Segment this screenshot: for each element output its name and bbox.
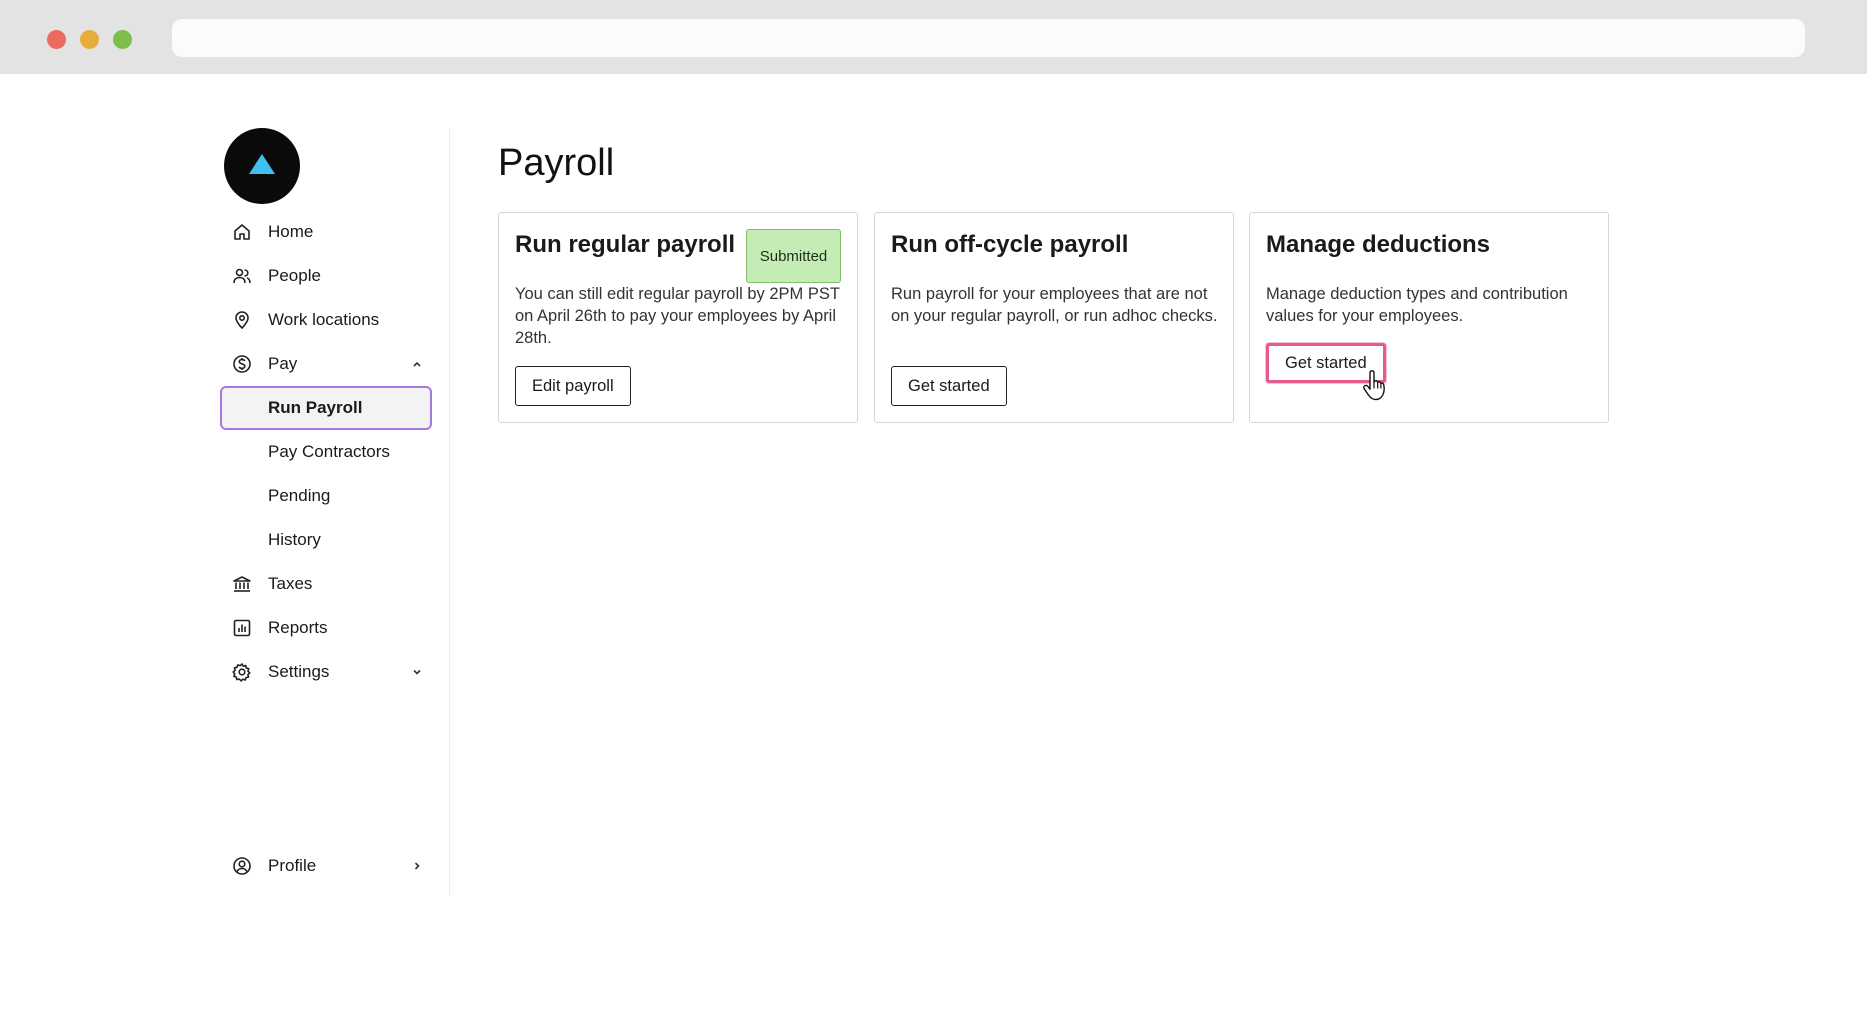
sidebar-item-run-payroll[interactable]: Run Payroll	[220, 386, 432, 430]
chevron-up-icon[interactable]	[410, 357, 424, 371]
card-title: Run regular payroll	[515, 231, 736, 258]
triangle-logo-icon	[249, 154, 275, 174]
sidebar-item-pay[interactable]: Pay	[222, 342, 434, 386]
card-manage-deductions: Manage deductions Manage deduction types…	[1249, 212, 1609, 423]
sidebar-item-label: Taxes	[268, 574, 313, 593]
card-title: Manage deductions	[1266, 231, 1491, 258]
sidebar-item-label: Pay Contractors	[268, 442, 390, 461]
sidebar-item-label: Home	[268, 222, 314, 241]
card-description: Run payroll for your employees that are …	[891, 285, 1218, 325]
sidebar-item-history[interactable]: History	[222, 518, 434, 562]
gear-icon	[232, 663, 251, 682]
card-run-regular-payroll: Run regular payroll Submitted You can st…	[498, 212, 858, 423]
sidebar-item-label: Work locations	[268, 310, 380, 329]
sidebar-item-pay-contractors[interactable]: Pay Contractors	[222, 430, 434, 474]
off-cycle-get-started-button[interactable]: Get started	[891, 366, 1007, 406]
bank-icon	[233, 576, 251, 592]
app-logo[interactable]	[224, 128, 300, 204]
deductions-get-started-button[interactable]: Get started	[1266, 343, 1386, 383]
sidebar-item-label: Settings	[268, 662, 330, 681]
sidebar-item-label: Pay	[268, 354, 298, 373]
sidebar-item-taxes[interactable]: Taxes	[222, 562, 434, 606]
browser-chrome	[0, 0, 1867, 74]
page-title: Payroll	[498, 142, 615, 184]
sidebar-item-people[interactable]: People	[222, 254, 434, 298]
sidebar-item-label: Run Payroll	[268, 398, 363, 417]
sidebar-item-pending[interactable]: Pending	[222, 474, 434, 518]
sidebar: Home People Work locations Pay Run Payro…	[220, 128, 450, 896]
card-title: Run off-cycle payroll	[891, 231, 1129, 258]
card-description: You can still edit regular payroll by 2P…	[515, 285, 840, 347]
chevron-down-icon[interactable]	[410, 665, 424, 679]
edit-payroll-button[interactable]: Edit payroll	[515, 366, 631, 406]
location-pin-icon	[235, 311, 249, 330]
sidebar-item-work-locations[interactable]: Work locations	[222, 298, 434, 342]
status-badge: Submitted	[746, 229, 841, 283]
card-run-off-cycle-payroll: Run off-cycle payroll Run payroll for yo…	[874, 212, 1234, 423]
dollar-circle-icon	[233, 355, 251, 373]
home-icon	[234, 224, 250, 240]
address-bar[interactable]	[172, 19, 1805, 57]
bar-chart-icon	[233, 619, 251, 637]
sidebar-item-label: Reports	[268, 618, 328, 637]
sidebar-item-label: History	[268, 530, 321, 549]
chevron-right-icon[interactable]	[410, 859, 424, 873]
sidebar-item-label: Profile	[268, 856, 317, 875]
sidebar-item-reports[interactable]: Reports	[222, 606, 434, 650]
sidebar-item-label: Pending	[268, 486, 331, 505]
sidebar-item-profile[interactable]: Profile	[222, 844, 434, 888]
minimize-window-button[interactable]	[80, 30, 99, 49]
card-description: Manage deduction types and contribution …	[1266, 285, 1568, 325]
people-icon	[233, 268, 251, 284]
sidebar-item-label: People	[268, 266, 321, 285]
close-window-button[interactable]	[47, 30, 66, 49]
sidebar-item-settings[interactable]: Settings	[222, 650, 434, 694]
maximize-window-button[interactable]	[113, 30, 132, 49]
sidebar-item-home[interactable]: Home	[222, 210, 434, 254]
user-circle-icon	[233, 857, 251, 875]
